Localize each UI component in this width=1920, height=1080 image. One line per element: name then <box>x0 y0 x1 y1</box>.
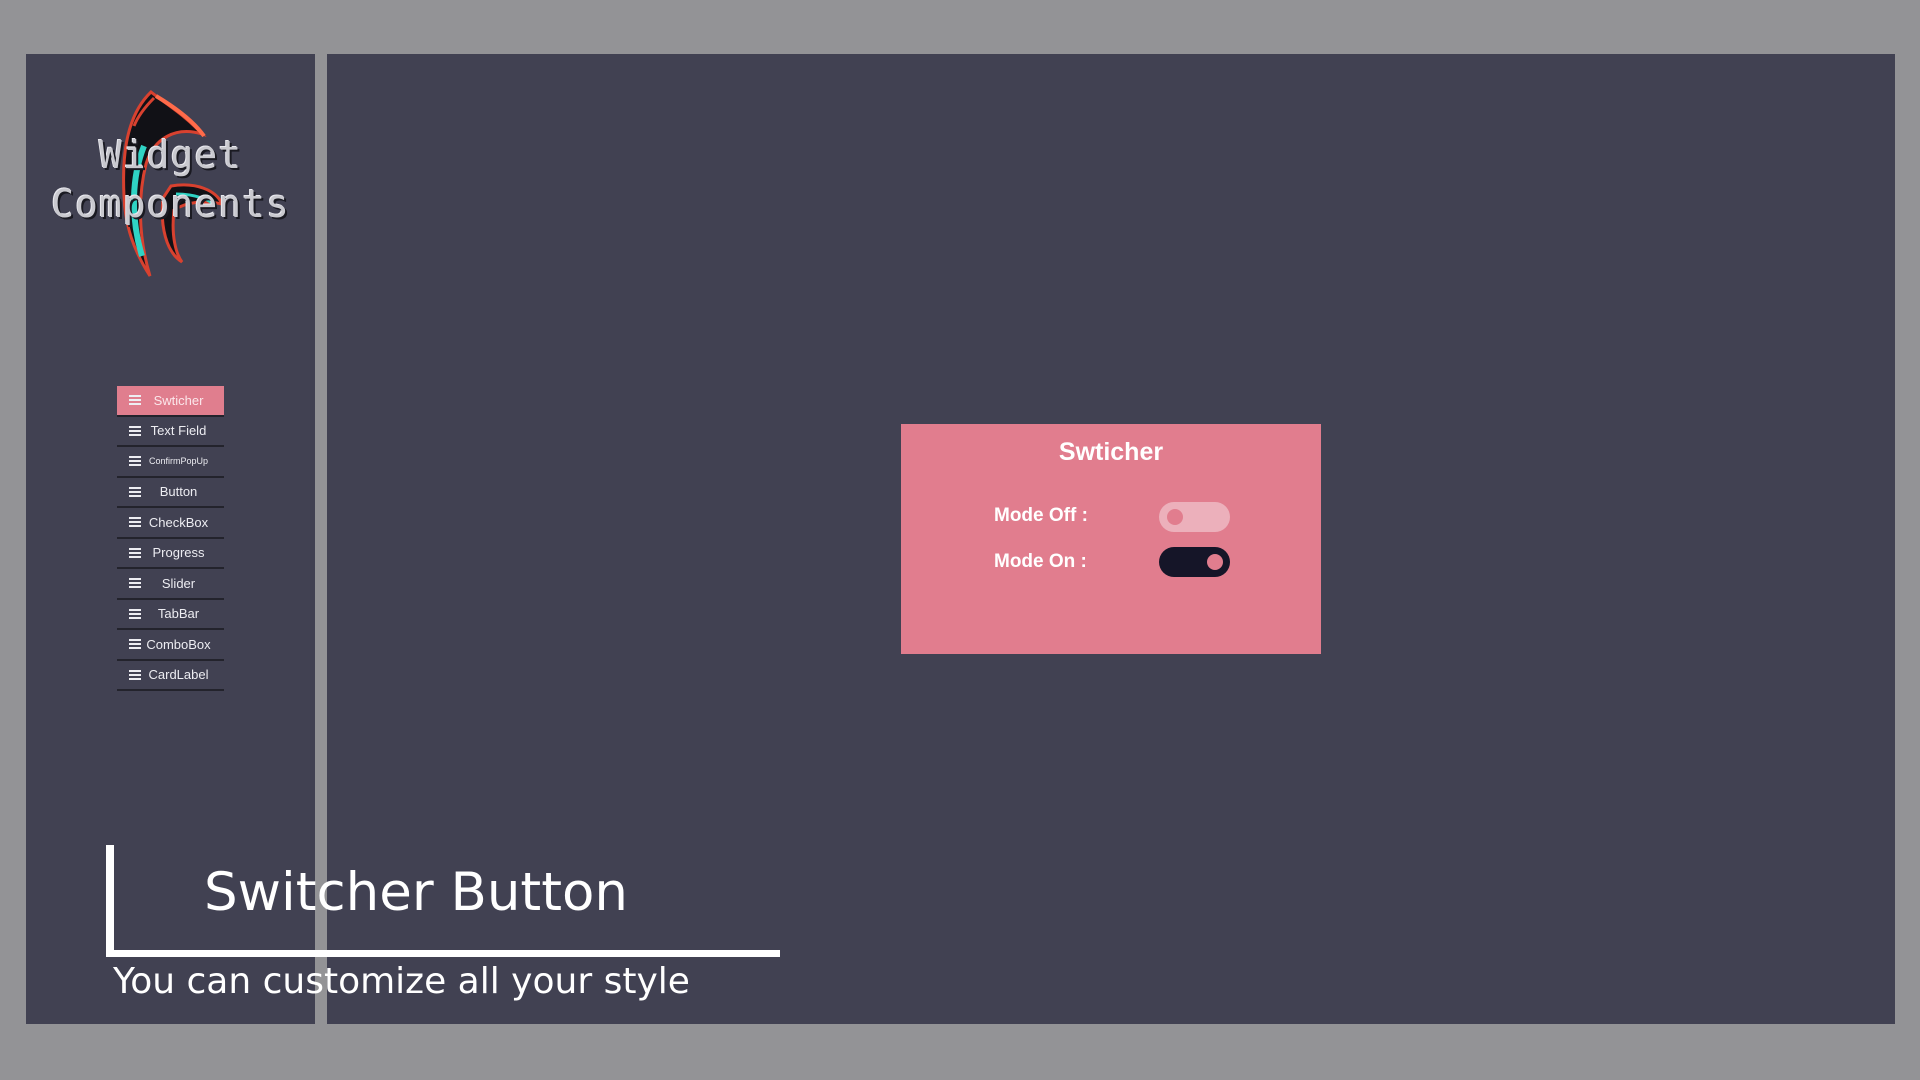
sidebar-item-label: Button <box>159 484 198 500</box>
menu-lines-icon <box>129 608 141 619</box>
menu-lines-icon <box>129 639 141 650</box>
mode-on-toggle[interactable] <box>1159 547 1230 577</box>
menu-lines-icon <box>129 578 141 589</box>
sidebar-item-slider[interactable]: Slider <box>117 569 224 600</box>
sidebar-item-label: ComboBox <box>146 636 211 652</box>
sidebar-item-cardlabel[interactable]: CardLabel <box>117 661 224 691</box>
menu-lines-icon <box>129 517 141 528</box>
sidebar-item-button[interactable]: Button <box>117 478 224 508</box>
mode-off-toggle[interactable] <box>1159 502 1230 532</box>
card-title: Swticher <box>1058 438 1164 466</box>
sidebar-item-progress[interactable]: Progress <box>117 539 224 569</box>
sidebar-item-switcher[interactable]: Swticher <box>117 386 224 417</box>
toggle-knob <box>1167 509 1183 525</box>
sidebar-item-label: ConfirmPopUp <box>148 456 209 467</box>
sidebar-item-confirm-popup[interactable]: ConfirmPopUp <box>117 447 224 478</box>
sidebar-item-label: Progress <box>152 545 205 561</box>
toggle-knob <box>1207 554 1223 570</box>
caption-bracket-vertical <box>106 845 114 957</box>
mode-on-label: Mode On : <box>994 551 1087 572</box>
sidebar-item-text-field[interactable]: Text Field <box>117 417 224 447</box>
sidebar-menu: Swticher Text Field ConfirmPopUp Button … <box>117 386 224 691</box>
sidebar-item-checkbox[interactable]: CheckBox <box>117 508 224 539</box>
menu-lines-icon <box>129 395 141 406</box>
sidebar-item-tabbar[interactable]: TabBar <box>117 600 224 630</box>
sidebar-item-combobox[interactable]: ComboBox <box>117 630 224 661</box>
sidebar-item-label: CheckBox <box>148 514 209 530</box>
sidebar-item-label: Text Field <box>150 423 207 439</box>
caption-title: Switcher Button <box>204 862 628 923</box>
sidebar-item-label: TabBar <box>157 606 200 622</box>
caption-subtitle: You can customize all your style <box>113 961 690 1002</box>
logo-text-line1: Widget <box>98 133 243 177</box>
menu-lines-icon <box>129 425 141 436</box>
sidebar-item-label: Slider <box>161 575 196 591</box>
mode-off-label: Mode Off : <box>994 505 1088 526</box>
logo-text-line2: Components <box>51 182 290 226</box>
caption-bracket-horizontal <box>106 950 780 957</box>
sidebar-item-label: Swticher <box>153 392 204 408</box>
menu-lines-icon <box>129 669 141 680</box>
sidebar-item-label: CardLabel <box>148 667 209 683</box>
menu-lines-icon <box>129 456 141 467</box>
menu-lines-icon <box>129 547 141 558</box>
logo: Widget Components <box>26 86 315 286</box>
switcher-card: Swticher Mode Off : Mode On : <box>901 424 1321 654</box>
menu-lines-icon <box>129 486 141 497</box>
